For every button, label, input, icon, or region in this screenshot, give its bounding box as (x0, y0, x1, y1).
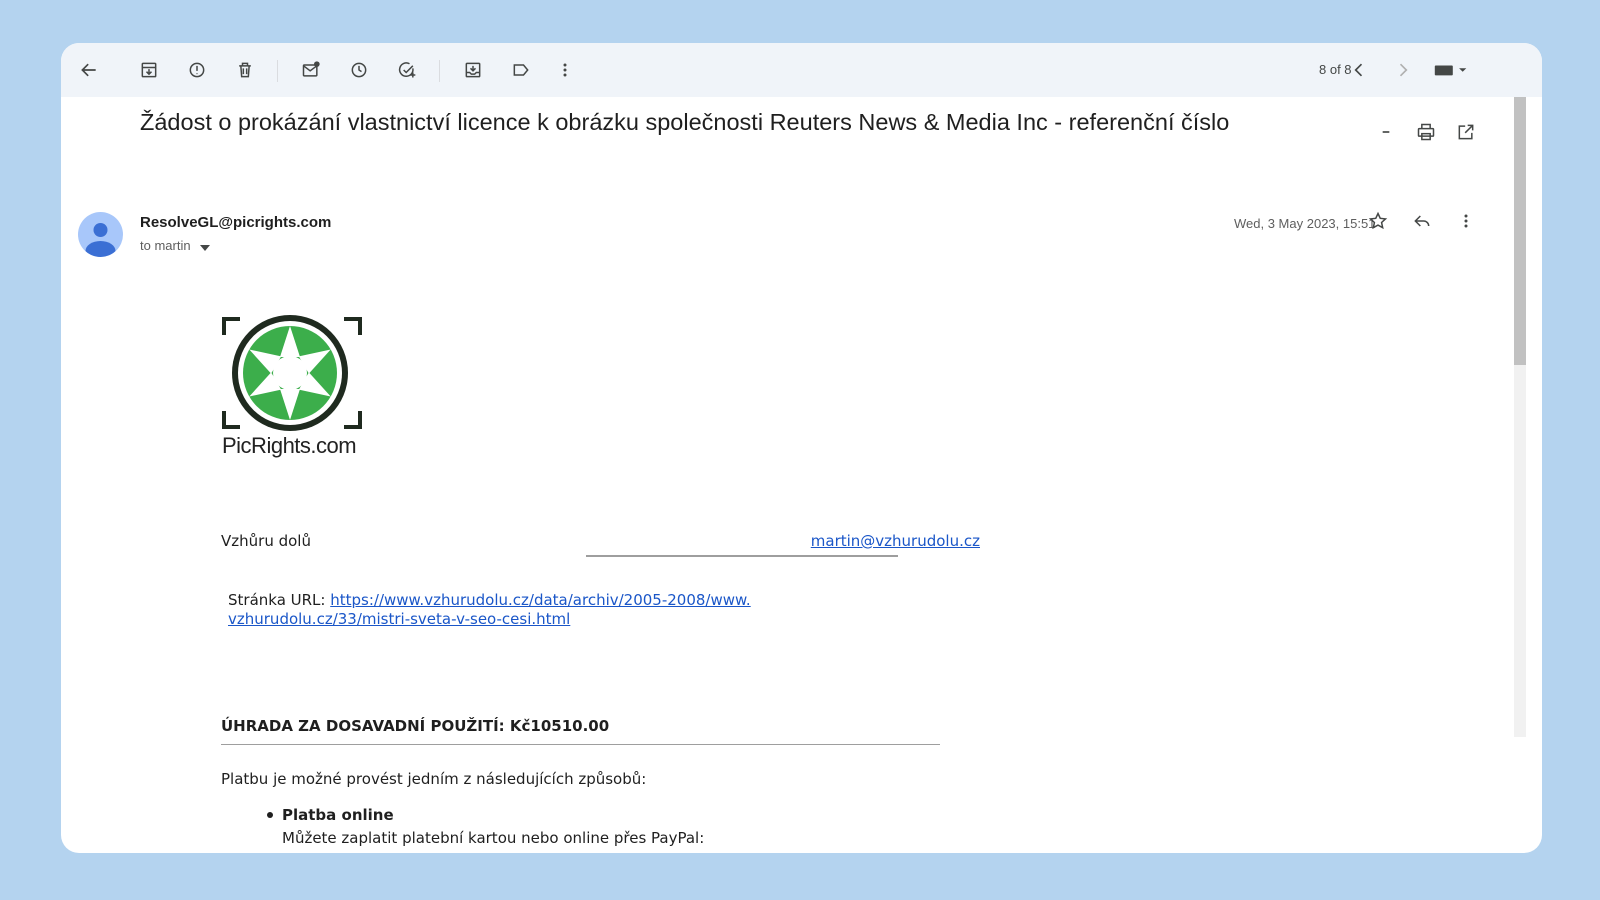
print-icon[interactable] (1414, 120, 1438, 144)
report-spam-icon[interactable] (183, 56, 211, 84)
open-new-window-icon[interactable] (1454, 120, 1478, 144)
keyboard-icon[interactable] (1429, 56, 1473, 84)
scrollbar-thumb[interactable] (1514, 97, 1526, 365)
more-options-icon[interactable] (1454, 209, 1478, 233)
recipient-line[interactable]: to martin (140, 238, 211, 254)
delete-icon[interactable] (231, 56, 259, 84)
picrights-logo: PicRights.com (222, 313, 362, 463)
add-task-icon[interactable] (393, 56, 421, 84)
chevron-left-icon[interactable] (1345, 56, 1373, 84)
message-subject: Žádost o prokázání vlastnictví licence k… (140, 109, 1230, 135)
payment-option-title: Platba online (282, 806, 394, 824)
back-arrow-icon[interactable] (75, 56, 103, 84)
reply-icon[interactable] (1410, 209, 1434, 233)
recipient-company: Vzhůru dolů (221, 532, 311, 550)
divider (586, 555, 898, 557)
archive-icon[interactable] (135, 56, 163, 84)
list-bullet (267, 812, 273, 818)
logo-wordmark: PicRights.com (222, 433, 357, 458)
collapse-icon[interactable] (1374, 120, 1398, 144)
payment-intro: Platbu je možné provést jedním z následu… (221, 770, 647, 788)
star-icon[interactable] (1366, 209, 1390, 233)
camera-aperture-icon (222, 315, 362, 431)
toolbar-divider (277, 60, 278, 82)
chevron-down-icon[interactable] (200, 239, 211, 254)
message-date: Wed, 3 May 2023, 15:51 (1234, 216, 1376, 231)
label-icon[interactable] (507, 56, 535, 84)
page-url-block: Stránka URL: https://www.vzhurudolu.cz/d… (228, 591, 788, 629)
divider (221, 744, 940, 745)
payment-option-description: Můžete zaplatit platební kartou nebo onl… (282, 829, 705, 847)
more-vert-icon[interactable] (551, 56, 579, 84)
url-label: Stránka URL: (228, 591, 331, 609)
payment-heading: ÚHRADA ZA DOSAVADNÍ POUŽITÍ: Kč10510.00 (221, 717, 610, 735)
toolbar-divider (439, 60, 440, 82)
chevron-right-icon[interactable] (1389, 56, 1417, 84)
mail-window: 8 of 8 Žádost o prokázání vlastnictví li… (61, 43, 1542, 853)
message-toolbar: 8 of 8 (61, 43, 1542, 97)
move-to-icon[interactable] (459, 56, 487, 84)
mark-unread-icon[interactable] (297, 56, 325, 84)
recipient-email-link[interactable]: martin@vzhurudolu.cz (811, 532, 980, 550)
recipient-label: to martin (140, 238, 191, 253)
snooze-icon[interactable] (345, 56, 373, 84)
scrollbar[interactable] (1514, 97, 1526, 737)
sender-email[interactable]: ResolveGL@picrights.com (140, 214, 331, 231)
avatar[interactable] (78, 212, 123, 257)
